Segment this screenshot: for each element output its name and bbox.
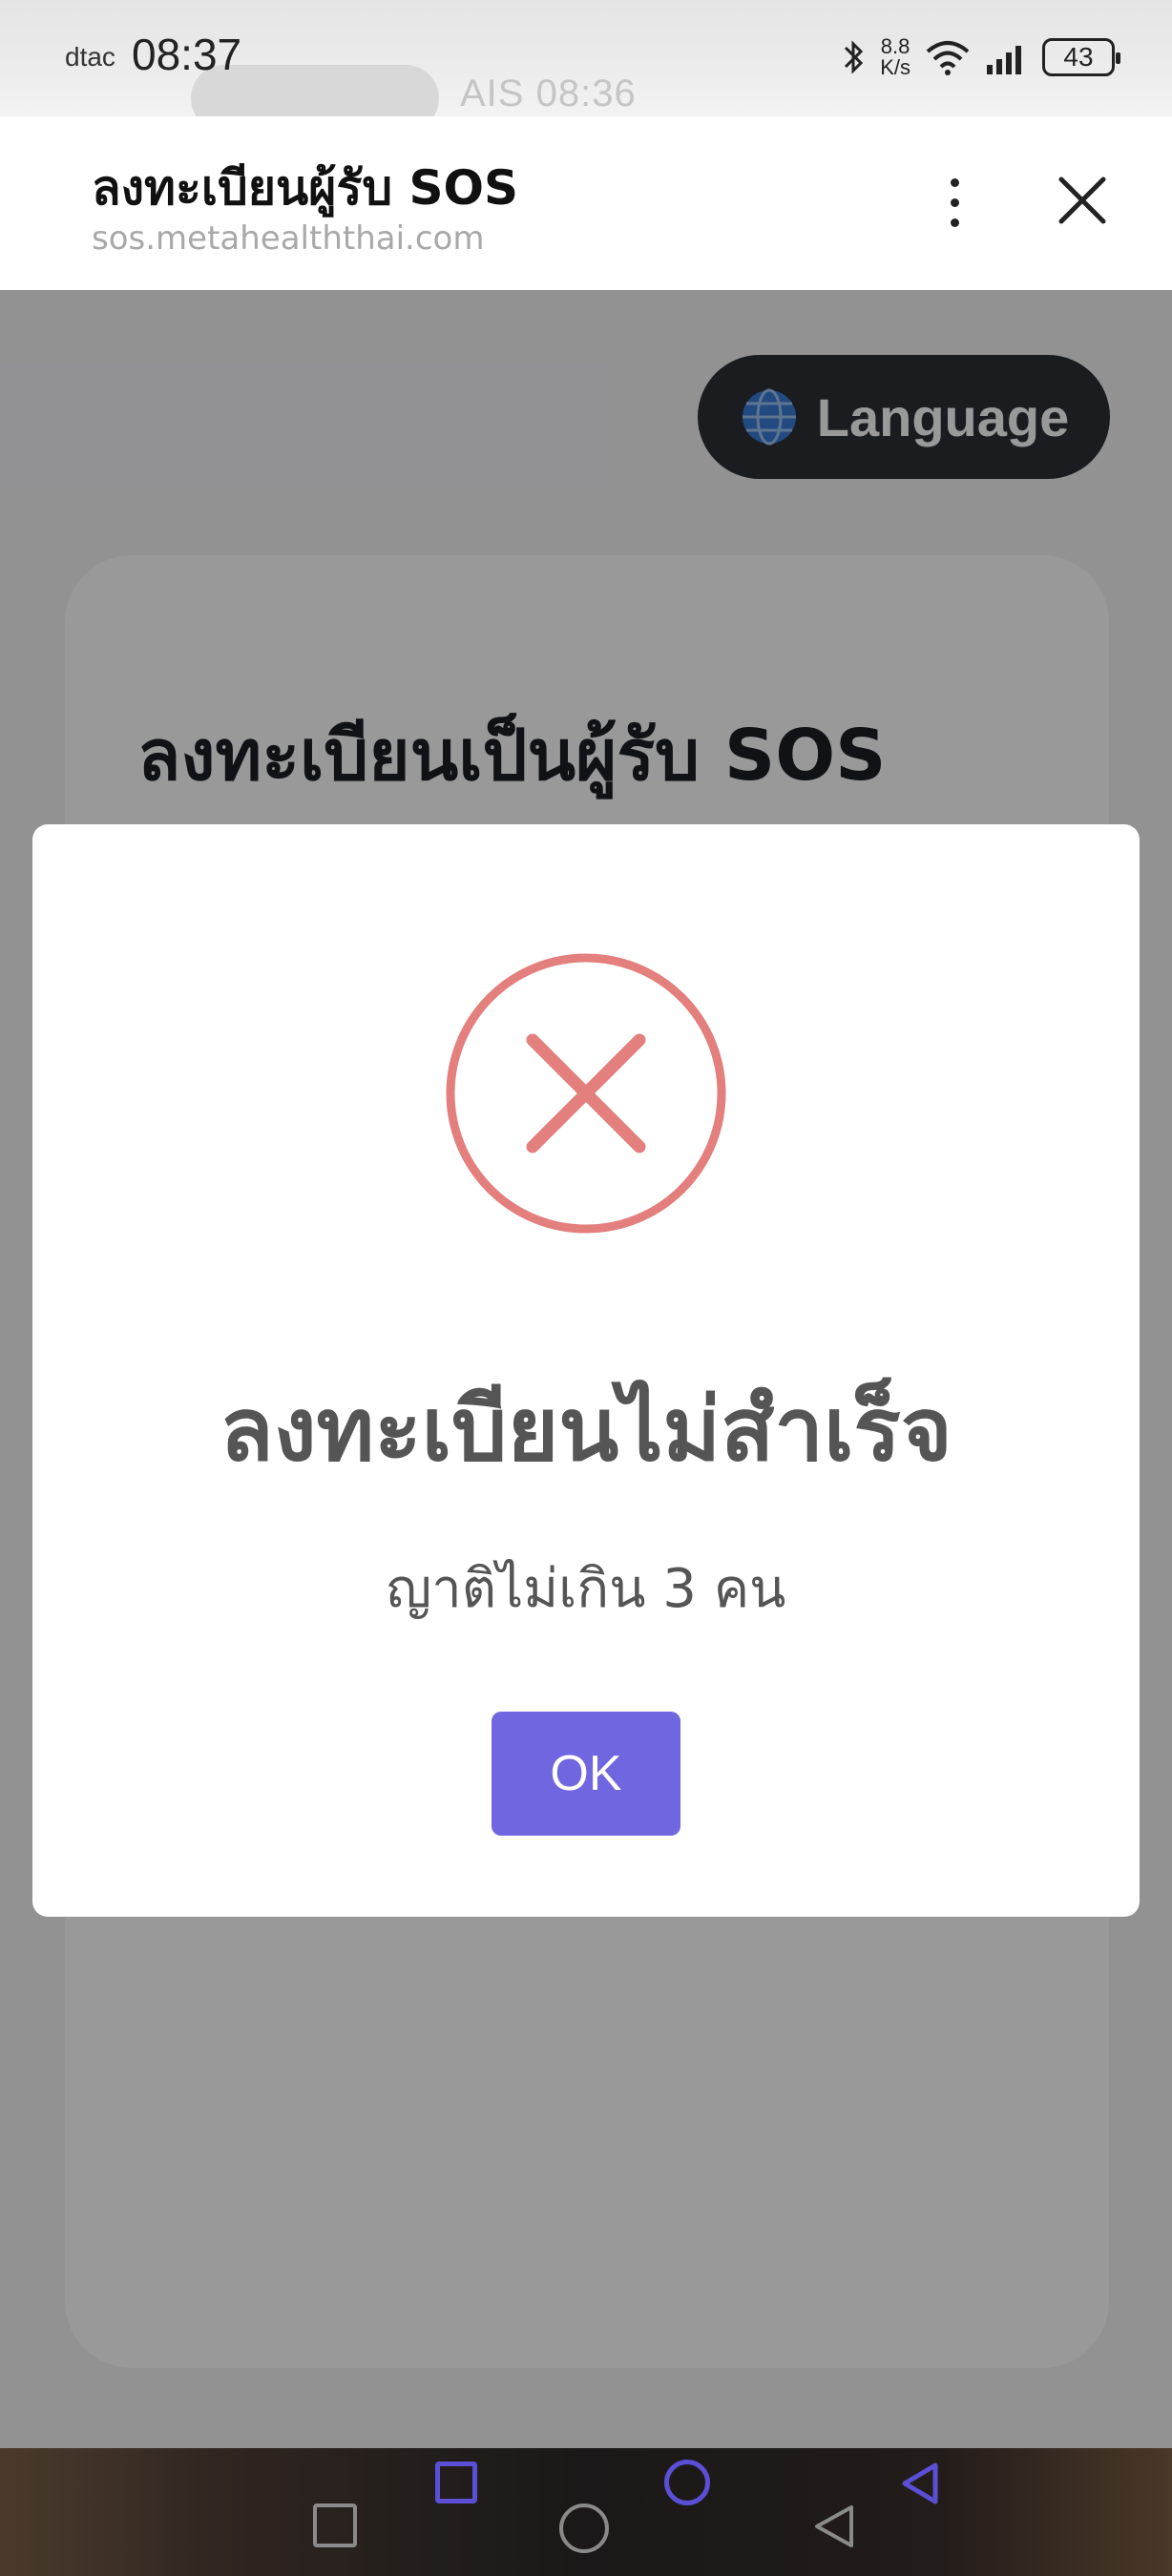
ghost-back-icon	[902, 2462, 938, 2504]
error-x-icon	[446, 953, 726, 1234]
page-title: ลงทะเบียนผู้รับ SOS	[92, 160, 518, 216]
status-bar: AIS 08:36 dtac 08:37 8.8 K/s 43	[0, 0, 1172, 116]
dialog-message: ญาติไม่เกิน 3 คน	[386, 1558, 786, 1620]
error-dialog: ลงทะเบียนไม่สำเร็จ ญาติไม่เกิน 3 คน OK	[32, 824, 1140, 1917]
ghost-home-icon	[664, 2460, 710, 2505]
more-vert-icon[interactable]	[926, 164, 983, 240]
status-icons: 8.8 K/s 43	[842, 32, 1120, 82]
battery-indicator: 43	[1042, 38, 1120, 76]
close-icon[interactable]	[1044, 162, 1120, 239]
system-nav-bar	[0, 2448, 1172, 2576]
recents-icon[interactable]	[311, 2502, 359, 2549]
status-time: 08:37	[132, 30, 242, 79]
network-speed-value: 8.8	[880, 34, 910, 58]
home-icon[interactable]	[557, 2502, 611, 2555]
dialog-title: ลงทะเบียนไม่สำเร็จ	[220, 1379, 952, 1481]
bluetooth-icon	[845, 40, 864, 74]
network-speed-unit: K/s	[880, 55, 910, 79]
carrier-label: dtac	[65, 42, 115, 72]
ok-button[interactable]: OK	[492, 1712, 680, 1836]
ghost-status-text: AIS 08:36	[460, 73, 637, 114]
back-icon[interactable]	[809, 2502, 859, 2551]
browser-toolbar: ลงทะเบียนผู้รับ SOS sos.metahealththai.c…	[0, 116, 1172, 290]
signal-icon	[987, 46, 1021, 74]
ghost-recents-icon	[435, 2462, 477, 2503]
wifi-icon	[926, 41, 970, 75]
page-url: sos.metahealththai.com	[92, 219, 485, 258]
network-speed: 8.8 K/s	[880, 36, 910, 78]
